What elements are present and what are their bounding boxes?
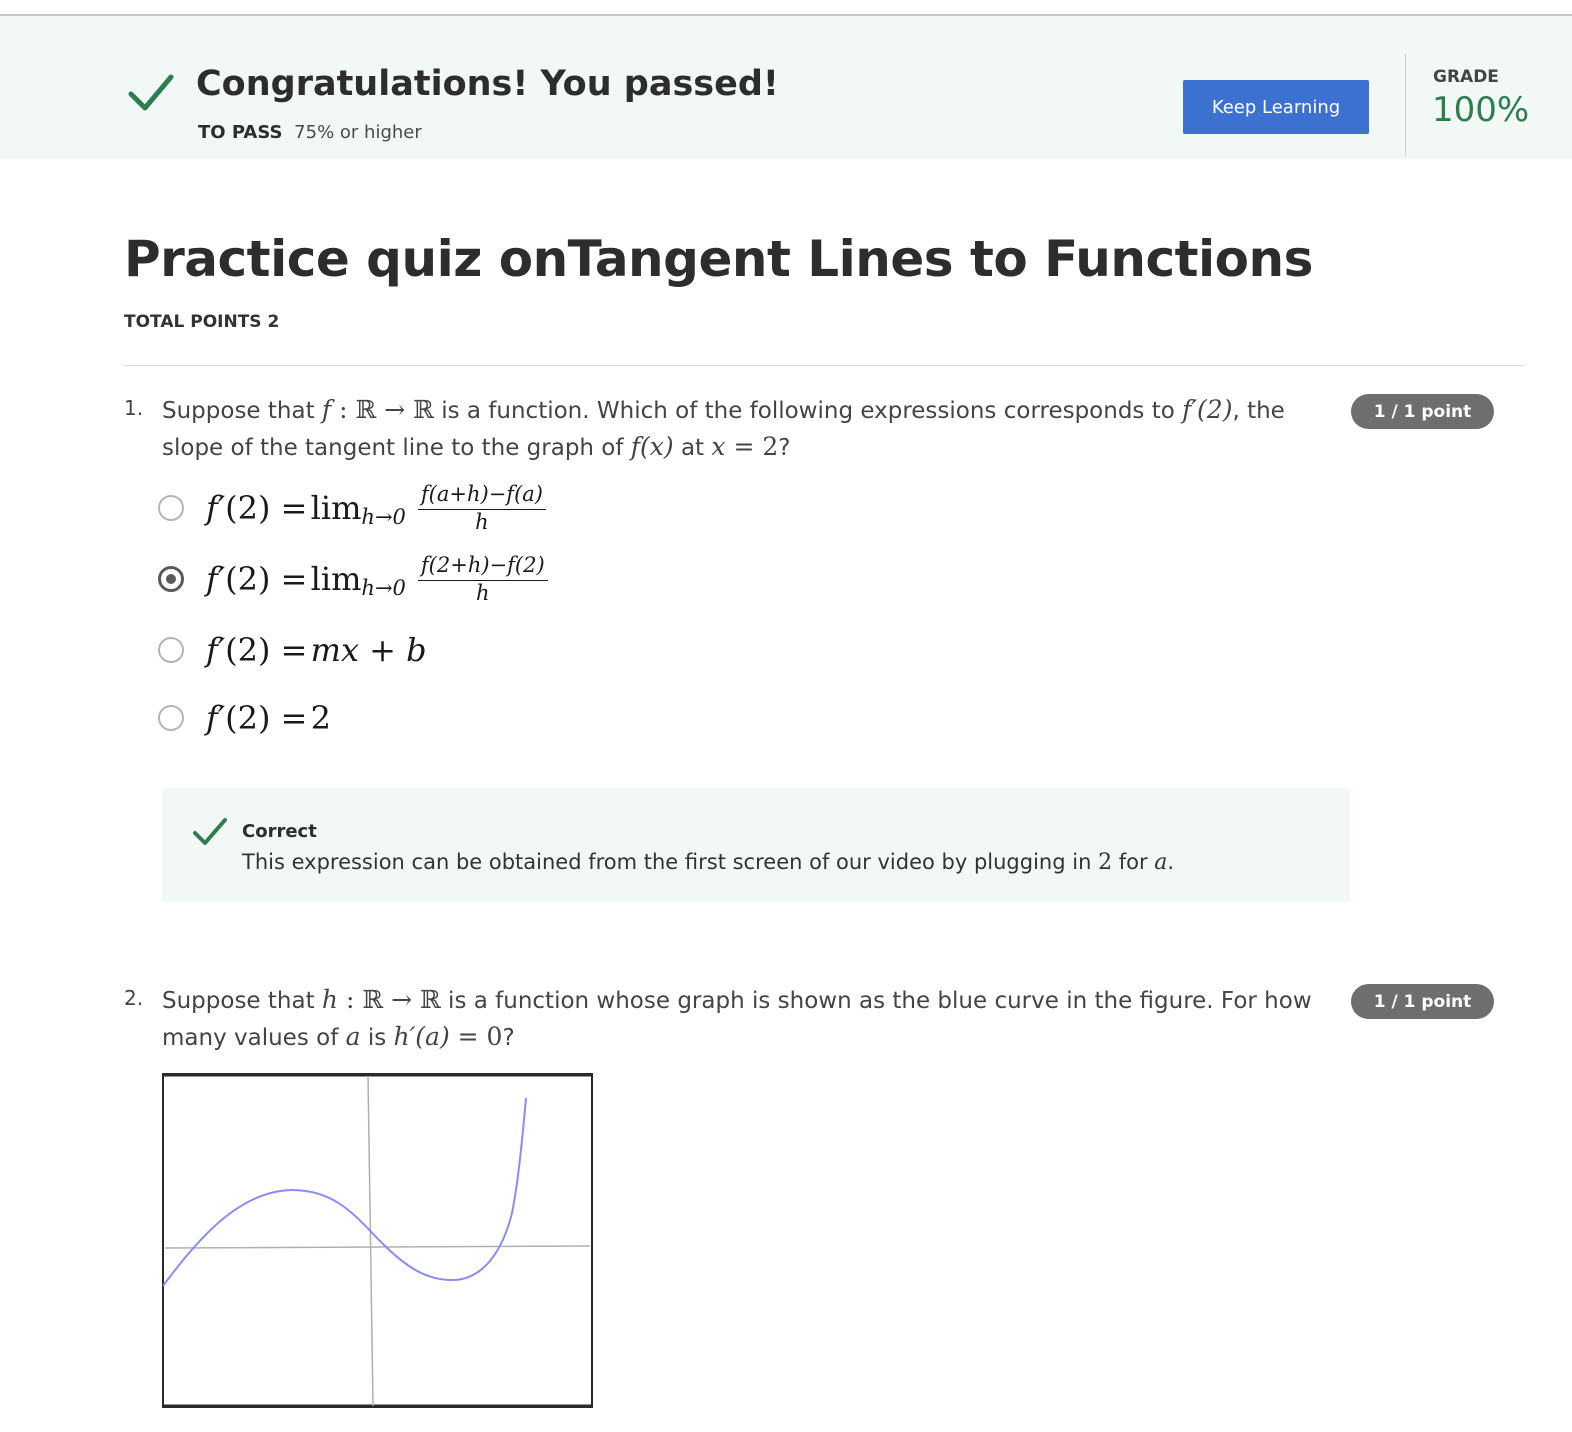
option-formula: f′ (2) = lim h→0 f(a+h)−f(a) h bbox=[206, 482, 546, 534]
answer-option[interactable]: f′ (2) = 2 bbox=[158, 688, 858, 748]
grade-divider bbox=[1405, 54, 1406, 156]
option-formula: f′ (2) = mx + b bbox=[206, 631, 427, 669]
to-pass-label: TO PASS bbox=[198, 122, 283, 143]
answer-option-selected[interactable]: f′ (2) = lim h→0 f(2+h)−f(2) h bbox=[158, 549, 858, 609]
question-number: 2. bbox=[124, 986, 144, 1010]
answer-option[interactable]: f′ (2) = lim h→0 f(a+h)−f(a) h bbox=[158, 478, 858, 538]
page-title: Practice quiz onTangent Lines to Functio… bbox=[124, 230, 1313, 288]
radio-button[interactable] bbox=[158, 495, 184, 521]
function-graph-figure bbox=[162, 1073, 593, 1408]
question-text: Suppose that f : ℝ → ℝ is a function. Wh… bbox=[162, 395, 1285, 461]
feedback-title: Correct bbox=[242, 821, 317, 842]
section-divider bbox=[124, 365, 1524, 366]
points-badge: 1 / 1 point bbox=[1351, 394, 1494, 429]
question-text: Suppose that h : ℝ → ℝ is a function who… bbox=[162, 985, 1312, 1051]
feedback-text: This expression can be obtained from the… bbox=[242, 850, 1175, 875]
check-icon bbox=[128, 74, 174, 111]
check-icon bbox=[193, 818, 227, 845]
question-number: 1. bbox=[124, 396, 144, 420]
grade-value: 100% bbox=[1432, 90, 1530, 130]
radio-button[interactable] bbox=[158, 705, 184, 731]
grade-label: GRADE bbox=[1433, 67, 1499, 87]
radio-button-checked[interactable] bbox=[158, 566, 184, 592]
option-formula: f′ (2) = 2 bbox=[206, 699, 331, 737]
pass-requirement: TO PASS 75% or higher bbox=[198, 122, 422, 143]
result-title: Congratulations! You passed! bbox=[196, 64, 779, 104]
option-formula: f′ (2) = lim h→0 f(2+h)−f(2) h bbox=[206, 553, 548, 605]
total-points: TOTAL POINTS 2 bbox=[124, 312, 280, 332]
figure-frame bbox=[162, 1073, 593, 1408]
feedback-box: Correct This expression can be obtained … bbox=[162, 788, 1350, 902]
radio-button[interactable] bbox=[158, 637, 184, 663]
answer-option[interactable]: f′ (2) = mx + b bbox=[158, 620, 858, 680]
to-pass-value: 75% or higher bbox=[294, 122, 422, 143]
points-badge: 1 / 1 point bbox=[1351, 984, 1494, 1019]
result-banner: Congratulations! You passed! TO PASS 75%… bbox=[0, 16, 1572, 159]
keep-learning-button[interactable]: Keep Learning bbox=[1183, 80, 1369, 134]
